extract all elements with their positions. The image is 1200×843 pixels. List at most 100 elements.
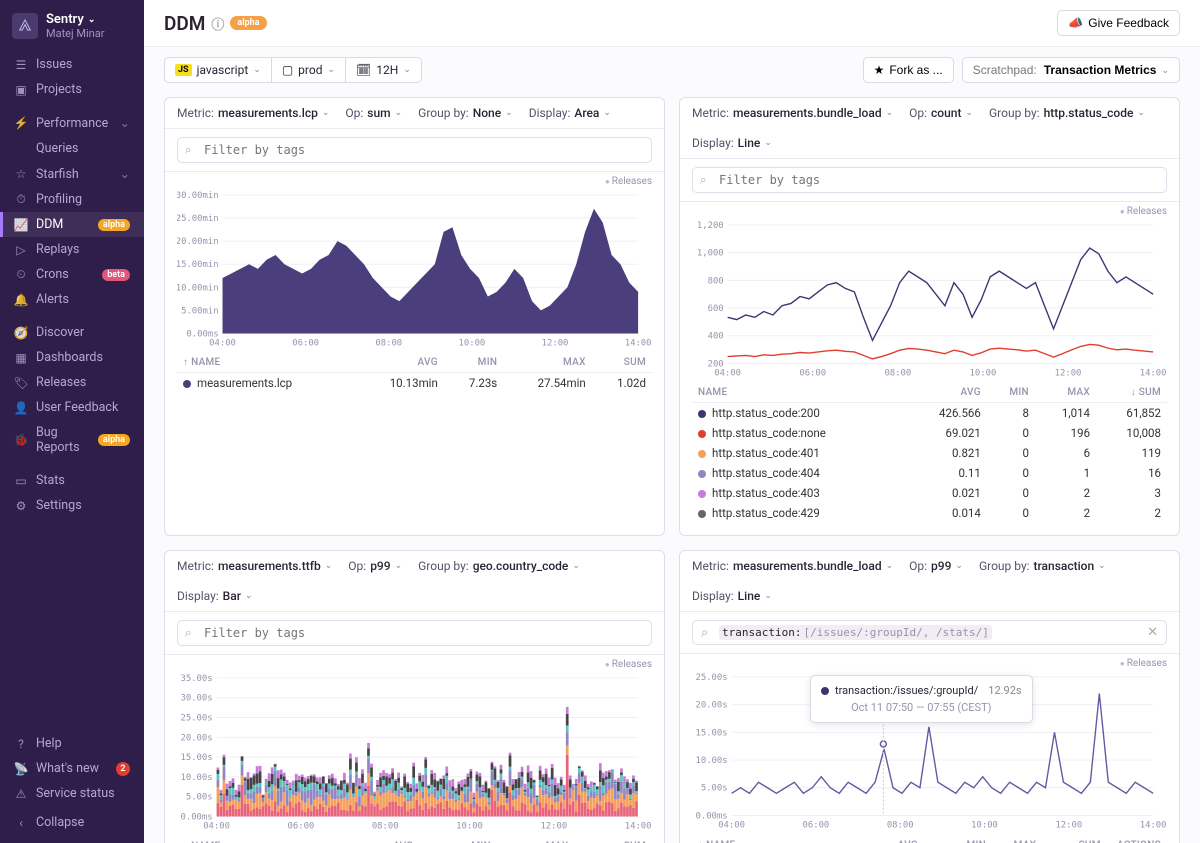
search-icon: ⌕ bbox=[185, 143, 192, 158]
badge: 2 bbox=[116, 762, 130, 776]
svg-text:14:00: 14:00 bbox=[1140, 368, 1167, 377]
nav-icon: ⚡ bbox=[14, 116, 28, 130]
op-select[interactable]: Op:p99⌄ bbox=[909, 559, 963, 573]
table-row[interactable]: http.status_code:4030.021023 bbox=[692, 483, 1167, 503]
sentry-logo-icon bbox=[12, 13, 38, 39]
filter-token[interactable]: transaction:[/issues/:groupId/, /stats/] bbox=[719, 625, 992, 640]
chart-card-bundle-count: Metric:measurements.bundle_load⌄ Op:coun… bbox=[679, 97, 1180, 536]
sidebar-item-replays[interactable]: ▷Replays bbox=[0, 237, 144, 262]
group-select[interactable]: Group by:geo.country_code⌄ bbox=[418, 559, 580, 573]
sidebar-item-help[interactable]: ?Help bbox=[0, 731, 144, 756]
fork-button[interactable]: ★ Fork as ... bbox=[863, 57, 954, 83]
svg-text:1,000: 1,000 bbox=[697, 249, 724, 259]
svg-text:5.00s: 5.00s bbox=[186, 793, 213, 803]
sidebar-item-projects[interactable]: ▣Projects bbox=[0, 77, 144, 102]
display-select[interactable]: Display:Area⌄ bbox=[529, 106, 611, 120]
filter-tags-input[interactable]: ⌕ bbox=[692, 167, 1167, 193]
sidebar-item-bug-reports[interactable]: 🐞Bug Reportsalpha bbox=[0, 420, 144, 460]
table-row[interactable]: http.status_code:4290.014022 bbox=[692, 503, 1167, 523]
nav-icon: 🧭 bbox=[14, 326, 28, 340]
nav-icon: 🐞 bbox=[14, 433, 28, 447]
org-switcher[interactable]: Sentry ⌄ Matej Minar bbox=[0, 0, 144, 48]
stats-table: NAME AVGMIN MAX↓ SUM http.status_code:20… bbox=[692, 383, 1167, 523]
nav-icon: ▷ bbox=[14, 243, 28, 257]
sidebar-item-releases[interactable]: 🏷Releases bbox=[0, 370, 144, 395]
group-select[interactable]: Group by:transaction⌄ bbox=[979, 559, 1106, 573]
releases-legend: Releases bbox=[680, 202, 1179, 217]
environment-filter[interactable]: ▢ prod ⌄ bbox=[272, 58, 346, 82]
svg-text:10:00: 10:00 bbox=[971, 821, 998, 830]
table-row[interactable]: http.status_code:4010.82106119 bbox=[692, 443, 1167, 463]
chart-card-ttfb: Metric:measurements.ttfb⌄ Op:p99⌄ Group … bbox=[164, 550, 665, 843]
badge: beta bbox=[102, 269, 130, 281]
metric-select[interactable]: Metric:measurements.lcp⌄ bbox=[177, 106, 329, 120]
svg-text:04:00: 04:00 bbox=[203, 822, 230, 831]
svg-text:5.00s: 5.00s bbox=[701, 784, 728, 794]
metric-select[interactable]: Metric:measurements.bundle_load⌄ bbox=[692, 559, 893, 573]
sidebar-item-service-status[interactable]: ⚠Service status bbox=[0, 781, 144, 806]
sidebar-item-ddm[interactable]: 📈DDMalpha bbox=[0, 212, 144, 237]
sidebar-item-dashboards[interactable]: ▦Dashboards bbox=[0, 345, 144, 370]
table-row[interactable]: http.status_code:200426.56681,01461,852 bbox=[692, 403, 1167, 424]
table-row[interactable]: http.status_code:4040.110116 bbox=[692, 463, 1167, 483]
group-select[interactable]: Group by:None⌄ bbox=[418, 106, 513, 120]
svg-text:14:00: 14:00 bbox=[625, 338, 652, 347]
clear-icon[interactable]: ✕ bbox=[1147, 625, 1158, 640]
metric-select[interactable]: Metric:measurements.bundle_load⌄ bbox=[692, 106, 893, 120]
sidebar-item-performance[interactable]: ⚡Performance⌄ bbox=[0, 110, 144, 136]
svg-text:800: 800 bbox=[708, 276, 724, 286]
scratchpad-select[interactable]: Scratchpad: Transaction Metrics ⌄ bbox=[962, 57, 1180, 83]
filter-pills: JS javascript ⌄ ▢ prod ⌄ 🗓 12H ⌄ bbox=[164, 57, 422, 83]
filter-tags-input[interactable]: ⌕ transaction:[/issues/:groupId/, /stats… bbox=[692, 620, 1167, 645]
svg-text:600: 600 bbox=[708, 304, 724, 314]
time-range-filter[interactable]: 🗓 12H ⌄ bbox=[346, 58, 421, 82]
sidebar-item-what's-new[interactable]: 📡What's new2 bbox=[0, 756, 144, 781]
display-select[interactable]: Display:Bar⌄ bbox=[177, 589, 253, 603]
sidebar-item-queries[interactable]: Queries bbox=[0, 136, 144, 161]
give-feedback-button[interactable]: 📣 Give Feedback bbox=[1057, 10, 1180, 36]
releases-legend: Releases bbox=[165, 655, 664, 670]
sidebar-item-issues[interactable]: ☰Issues bbox=[0, 52, 144, 77]
svg-text:04:00: 04:00 bbox=[718, 821, 745, 830]
project-filter[interactable]: JS javascript ⌄ bbox=[165, 58, 272, 82]
chevron-down-icon: ⌄ bbox=[327, 65, 335, 75]
svg-text:5.00min: 5.00min bbox=[181, 306, 218, 316]
stats-table: ↑ NAME AVGMIN MAXSUM ACTIONS transaction… bbox=[692, 836, 1167, 843]
sidebar-item-starfish[interactable]: ☆Starfish⌄ bbox=[0, 161, 144, 187]
sidebar-item-discover[interactable]: 🧭Discover bbox=[0, 320, 144, 345]
metric-select[interactable]: Metric:measurements.ttfb⌄ bbox=[177, 559, 332, 573]
badge: alpha bbox=[98, 434, 130, 446]
display-select[interactable]: Display:Line⌄ bbox=[692, 589, 772, 603]
op-select[interactable]: Op:sum⌄ bbox=[345, 106, 402, 120]
sidebar-item-user-feedback[interactable]: 👤User Feedback bbox=[0, 395, 144, 420]
sidebar-item-alerts[interactable]: 🔔Alerts bbox=[0, 287, 144, 312]
sidebar-item-profiling[interactable]: ⏱Profiling bbox=[0, 187, 144, 212]
group-select[interactable]: Group by:http.status_code⌄ bbox=[989, 106, 1145, 120]
svg-text:04:00: 04:00 bbox=[209, 338, 236, 347]
nav-icon: ▭ bbox=[14, 474, 28, 488]
chart-tooltip: transaction:/issues/:groupId/12.92s Oct … bbox=[810, 675, 1033, 723]
collapse-sidebar[interactable]: ‹ Collapse bbox=[0, 810, 144, 835]
svg-text:12:00: 12:00 bbox=[540, 822, 567, 831]
nav-icon: ⏱ bbox=[14, 192, 28, 207]
sidebar-item-settings[interactable]: ⚙Settings bbox=[0, 493, 144, 518]
op-select[interactable]: Op:p99⌄ bbox=[348, 559, 402, 573]
filter-tags-input[interactable]: ⌕ bbox=[177, 620, 652, 646]
svg-text:08:00: 08:00 bbox=[375, 338, 402, 347]
filter-tags-input[interactable]: ⌕ bbox=[177, 137, 652, 163]
chart-card-lcp: Metric:measurements.lcp⌄ Op:sum⌄ Group b… bbox=[164, 97, 665, 536]
info-icon[interactable]: ⓘ bbox=[211, 14, 224, 33]
table-row[interactable]: measurements.lcp10.13min7.23s27.54min1.0… bbox=[177, 373, 652, 394]
op-select[interactable]: Op:count⌄ bbox=[909, 106, 973, 120]
top-bar: DDM ⓘ alpha 📣 Give Feedback bbox=[144, 0, 1200, 47]
svg-text:25.00s: 25.00s bbox=[696, 673, 728, 683]
chart-card-bundle-p99: Metric:measurements.bundle_load⌄ Op:p99⌄… bbox=[679, 550, 1180, 843]
sidebar-item-crons[interactable]: ⏲Cronsbeta bbox=[0, 262, 144, 287]
svg-text:04:00: 04:00 bbox=[714, 368, 741, 377]
svg-text:06:00: 06:00 bbox=[803, 821, 830, 830]
svg-text:20.00s: 20.00s bbox=[696, 701, 728, 711]
alpha-badge: alpha bbox=[230, 16, 266, 30]
sidebar-item-stats[interactable]: ▭Stats bbox=[0, 468, 144, 493]
table-row[interactable]: http.status_code:none69.021019610,008 bbox=[692, 423, 1167, 443]
display-select[interactable]: Display:Line⌄ bbox=[692, 136, 772, 150]
